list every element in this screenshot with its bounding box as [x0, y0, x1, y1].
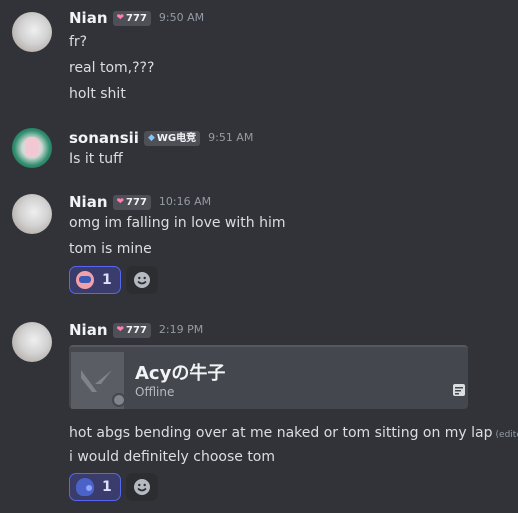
avatar[interactable]: [12, 194, 52, 234]
message-text: omg im falling in love with him: [69, 215, 286, 231]
profile-embed[interactable]: Acyの牛子 Offline: [69, 345, 468, 409]
smiley-icon: [134, 479, 150, 495]
cat-face-emoji-icon: [76, 271, 94, 289]
clan-tag-label: 777: [126, 324, 147, 336]
clan-tag-label: 777: [126, 196, 147, 208]
smiley-icon: [134, 272, 150, 288]
add-reaction-button[interactable]: [126, 473, 158, 501]
edited-label: (edited): [495, 430, 518, 440]
username[interactable]: Nian: [69, 320, 108, 340]
avatar[interactable]: [12, 12, 52, 52]
reaction-count: 1: [102, 272, 112, 288]
clan-tag-label: WG电竞: [156, 132, 197, 144]
timestamp[interactable]: 9:51 AM: [208, 128, 253, 148]
message-text: real tom,???: [69, 60, 155, 76]
heart-icon: ❤: [116, 196, 125, 207]
clan-badge-icon: ◆: [147, 132, 155, 143]
reaction-button[interactable]: 1: [69, 266, 121, 294]
message-text: holt shit: [69, 86, 126, 102]
clan-tag[interactable]: ◆ WG电竞: [143, 130, 201, 146]
heart-icon: ❤: [116, 324, 125, 335]
message-text: tom is mine: [69, 241, 152, 257]
timestamp[interactable]: 9:50 AM: [159, 8, 204, 28]
status-offline-icon: [112, 393, 126, 407]
message-header: sonansii ◆ WG电竞 9:51 AM: [69, 128, 253, 148]
clan-tag[interactable]: ❤ 777: [112, 194, 151, 210]
message-header: Nian ❤ 777 9:50 AM: [69, 8, 204, 28]
embed-status: Offline: [135, 385, 175, 399]
heart-icon: ❤: [116, 12, 125, 23]
message-header: Nian ❤ 777 10:16 AM: [69, 192, 211, 212]
timestamp[interactable]: 2:19 PM: [159, 320, 203, 340]
clan-tag[interactable]: ❤ 777: [112, 322, 151, 338]
timestamp[interactable]: 10:16 AM: [159, 192, 211, 212]
reaction-count: 1: [102, 479, 112, 495]
username[interactable]: Nian: [69, 8, 108, 28]
note-icon[interactable]: [452, 383, 466, 397]
message-text-content: hot abgs bending over at me naked or tom…: [69, 425, 493, 441]
username[interactable]: sonansii: [69, 128, 139, 148]
message-text: hot abgs bending over at me naked or tom…: [69, 423, 518, 445]
avatar[interactable]: [12, 128, 52, 168]
reaction-button[interactable]: 1: [69, 473, 121, 501]
message-header: Nian ❤ 777 2:19 PM: [69, 320, 203, 340]
message-text: i would definitely choose tom: [69, 449, 276, 465]
add-reaction-button[interactable]: [126, 266, 158, 294]
message-text: Is it tuff: [69, 151, 123, 167]
embed-title[interactable]: Acyの牛子: [135, 359, 225, 385]
username[interactable]: Nian: [69, 192, 108, 212]
clan-tag-label: 777: [126, 12, 147, 24]
message-text: fr?: [69, 34, 88, 50]
speaking-head-emoji-icon: [76, 478, 94, 496]
clan-tag[interactable]: ❤ 777: [112, 10, 151, 26]
avatar[interactable]: [12, 322, 52, 362]
